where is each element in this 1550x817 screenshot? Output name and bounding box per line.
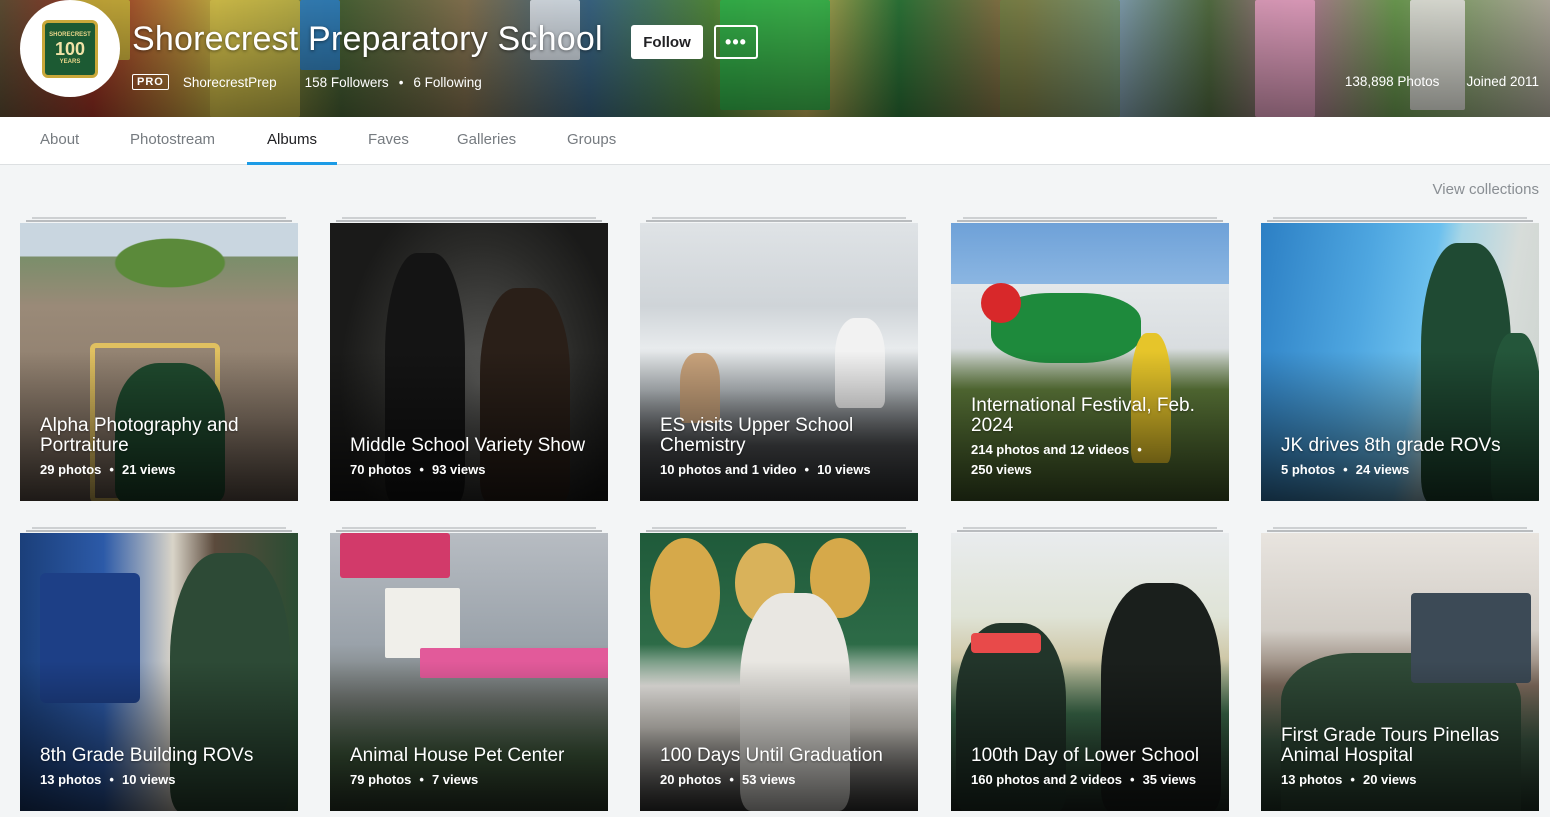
- album-photo-count: 29 photos: [40, 462, 102, 477]
- album-stack-edge: [32, 527, 286, 529]
- album-title: International Festival, Feb. 2024: [971, 395, 1195, 436]
- profile-meta: PRO ShorecrestPrep 158 Followers • 6 Fol…: [132, 74, 482, 90]
- album-photo-count: 13 photos: [1281, 772, 1343, 787]
- album-views: 21 views: [121, 462, 176, 477]
- album-card[interactable]: 100th Day of Lower School 160 photos and…: [951, 527, 1229, 811]
- album-title: JK drives 8th grade ROVs: [1281, 435, 1501, 456]
- following-link[interactable]: 6 Following: [413, 75, 481, 90]
- profile-subnav: About Photostream Albums Faves Galleries…: [0, 117, 1550, 165]
- album-stack-edge: [963, 217, 1217, 219]
- followers-link[interactable]: 158 Followers: [305, 75, 389, 90]
- album-card[interactable]: 8th Grade Building ROVs 13 photos • 10 vie…: [20, 527, 298, 811]
- album-views: 20 views: [1362, 772, 1417, 787]
- username: ShorecrestPrep: [182, 74, 277, 90]
- album-stack-edge: [957, 530, 1223, 532]
- album-stack-edge: [963, 527, 1217, 529]
- album-photo-count: 70 photos: [350, 462, 412, 477]
- album-title: 100th Day of Lower School: [971, 745, 1200, 766]
- album-stack-edge: [32, 217, 286, 219]
- album-title: ES visits Upper School Chemistry: [660, 415, 854, 456]
- tab-faves[interactable]: Faves: [348, 117, 429, 165]
- tab-about[interactable]: About: [20, 117, 99, 165]
- school-logo: SHORECREST 100 YEARS: [42, 19, 98, 78]
- album-stack-edge: [957, 220, 1223, 222]
- album-card[interactable]: Animal House Pet Center 79 photos • 7 view…: [330, 527, 608, 811]
- album-views: 35 views: [1142, 772, 1197, 787]
- album-card[interactable]: Alpha Photography and Portraiture 29 pho…: [20, 217, 298, 501]
- photo-count: 138,898 Photos: [1344, 74, 1440, 89]
- album-stack-edge: [652, 217, 906, 219]
- follow-button[interactable]: Follow: [631, 25, 703, 59]
- album-card[interactable]: JK drives 8th grade ROVs 5 photos • 24 vie…: [1261, 217, 1539, 501]
- album-photo-count: 5 photos: [1281, 462, 1336, 477]
- album-views: 10 views: [121, 772, 176, 787]
- album-stack-edge: [1267, 530, 1533, 532]
- album-stack-edge: [652, 527, 906, 529]
- album-title: 8th Grade Building ROVs: [40, 745, 254, 766]
- album-title: 100 Days Until Graduation: [660, 745, 883, 766]
- album-views: 250 views: [971, 462, 1032, 477]
- profile-name: Shorecrest Preparatory School: [132, 20, 603, 58]
- album-stack-edge: [646, 220, 912, 222]
- pro-badge: PRO: [132, 74, 169, 90]
- album-card[interactable]: Middle School Variety Show 70 photos • 93 …: [330, 217, 608, 501]
- album-photo-count: 214 photos and 12 videos: [971, 442, 1130, 457]
- tab-groups[interactable]: Groups: [547, 117, 636, 165]
- album-stack-edge: [342, 217, 596, 219]
- album-stack-edge: [336, 220, 602, 222]
- album-photo-count: 10 photos and 1 video: [660, 462, 797, 477]
- album-stack-edge: [336, 530, 602, 532]
- album-card[interactable]: 100 Days Until Graduation 20 photos • 53 v…: [640, 527, 918, 811]
- album-title: First Grade Tours Pinellas Animal Hospit…: [1281, 725, 1500, 766]
- album-stack-edge: [1273, 527, 1527, 529]
- tab-galleries[interactable]: Galleries: [437, 117, 536, 165]
- profile-stats: 138,898 Photos Joined 2011: [1345, 74, 1539, 89]
- tab-photostream[interactable]: Photostream: [110, 117, 235, 165]
- tab-albums[interactable]: Albums: [247, 117, 338, 165]
- album-card[interactable]: International Festival, Feb. 2024 214 ph…: [951, 217, 1229, 501]
- album-stack-edge: [342, 527, 596, 529]
- album-title: Middle School Variety Show: [350, 435, 586, 456]
- view-collections-link[interactable]: View collections: [1433, 181, 1539, 198]
- album-stack-edge: [646, 530, 912, 532]
- ellipsis-icon: •••: [725, 31, 747, 52]
- album-stack-edge: [26, 220, 292, 222]
- album-photo-count: 13 photos: [40, 772, 102, 787]
- album-views: 7 views: [431, 772, 479, 787]
- album-stack-edge: [26, 530, 292, 532]
- album-photo-count: 160 photos and 2 videos: [971, 772, 1122, 787]
- profile-avatar[interactable]: SHORECREST 100 YEARS: [20, 0, 120, 97]
- album-title: Animal House Pet Center: [350, 745, 565, 766]
- album-stack-edge: [1267, 220, 1533, 222]
- album-photo-count: 20 photos: [660, 772, 722, 787]
- album-views: 24 views: [1355, 462, 1410, 477]
- album-views: 10 views: [817, 462, 871, 477]
- album-card[interactable]: First Grade Tours Pinellas Animal Hospit…: [1261, 527, 1539, 811]
- album-stack-edge: [1273, 217, 1527, 219]
- album-views: 93 views: [431, 462, 486, 477]
- album-photo-count: 79 photos: [350, 772, 412, 787]
- album-title: Alpha Photography and Portraiture: [40, 415, 239, 456]
- separator-dot: •: [398, 74, 404, 90]
- album-views: 53 views: [741, 772, 796, 787]
- more-options-button[interactable]: •••: [714, 25, 758, 59]
- joined-date: Joined 2011: [1466, 74, 1539, 89]
- album-card[interactable]: ES visits Upper School Chemistry 10 phot…: [640, 217, 918, 501]
